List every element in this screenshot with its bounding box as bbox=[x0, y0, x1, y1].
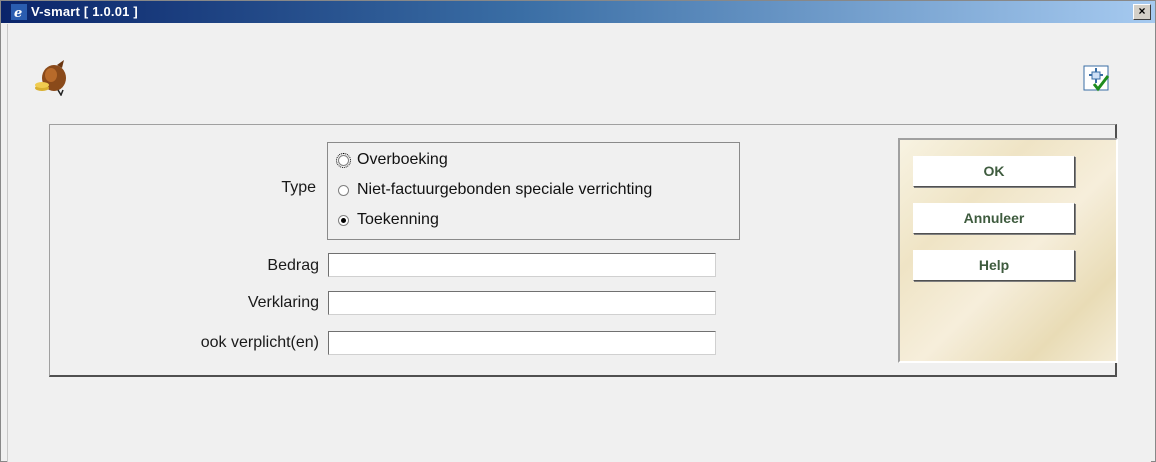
options-checklist-icon[interactable] bbox=[1081, 63, 1111, 93]
title-bar: e V-smart [ 1.0.01 ] × bbox=[1, 1, 1155, 23]
type-label: Type bbox=[281, 179, 316, 196]
ok-button[interactable]: OK bbox=[913, 156, 1075, 187]
close-button[interactable]: × bbox=[1133, 4, 1151, 20]
radio-niet-factuurgebonden[interactable]: Niet-factuurgebonden speciale verrichtin… bbox=[338, 179, 652, 201]
svg-text:e: e bbox=[14, 6, 22, 20]
ook-verplicht-input[interactable] bbox=[328, 331, 716, 355]
radio-button-selected[interactable] bbox=[338, 214, 349, 226]
radio-label: Niet-factuurgebonden speciale verrichtin… bbox=[357, 181, 653, 198]
ook-verplicht-label: ook verplicht(en) bbox=[200, 334, 319, 351]
app-window: e V-smart [ 1.0.01 ] × Type Overboeking … bbox=[0, 0, 1156, 462]
verklaring-input[interactable] bbox=[328, 291, 716, 315]
radio-overboeking[interactable]: Overboeking bbox=[336, 149, 448, 171]
verklaring-label: Verklaring bbox=[247, 294, 319, 311]
radio-toekenning[interactable]: Toekenning bbox=[338, 209, 439, 231]
bedrag-input[interactable] bbox=[328, 253, 716, 277]
money-bag-icon bbox=[35, 60, 66, 96]
window-title: V-smart [ 1.0.01 ] bbox=[31, 4, 138, 19]
radio-button[interactable] bbox=[336, 152, 351, 168]
ie-icon: e bbox=[11, 4, 27, 20]
bedrag-label: Bedrag bbox=[267, 257, 319, 274]
radio-label: Toekenning bbox=[357, 211, 439, 228]
button-panel: OK Annuleer Help bbox=[898, 138, 1118, 363]
radio-label: Overboeking bbox=[357, 151, 448, 168]
help-button[interactable]: Help bbox=[913, 250, 1075, 281]
cancel-button[interactable]: Annuleer bbox=[913, 203, 1075, 234]
radio-button[interactable] bbox=[338, 184, 349, 196]
type-radio-group: Overboeking Niet-factuurgebonden special… bbox=[327, 142, 740, 240]
